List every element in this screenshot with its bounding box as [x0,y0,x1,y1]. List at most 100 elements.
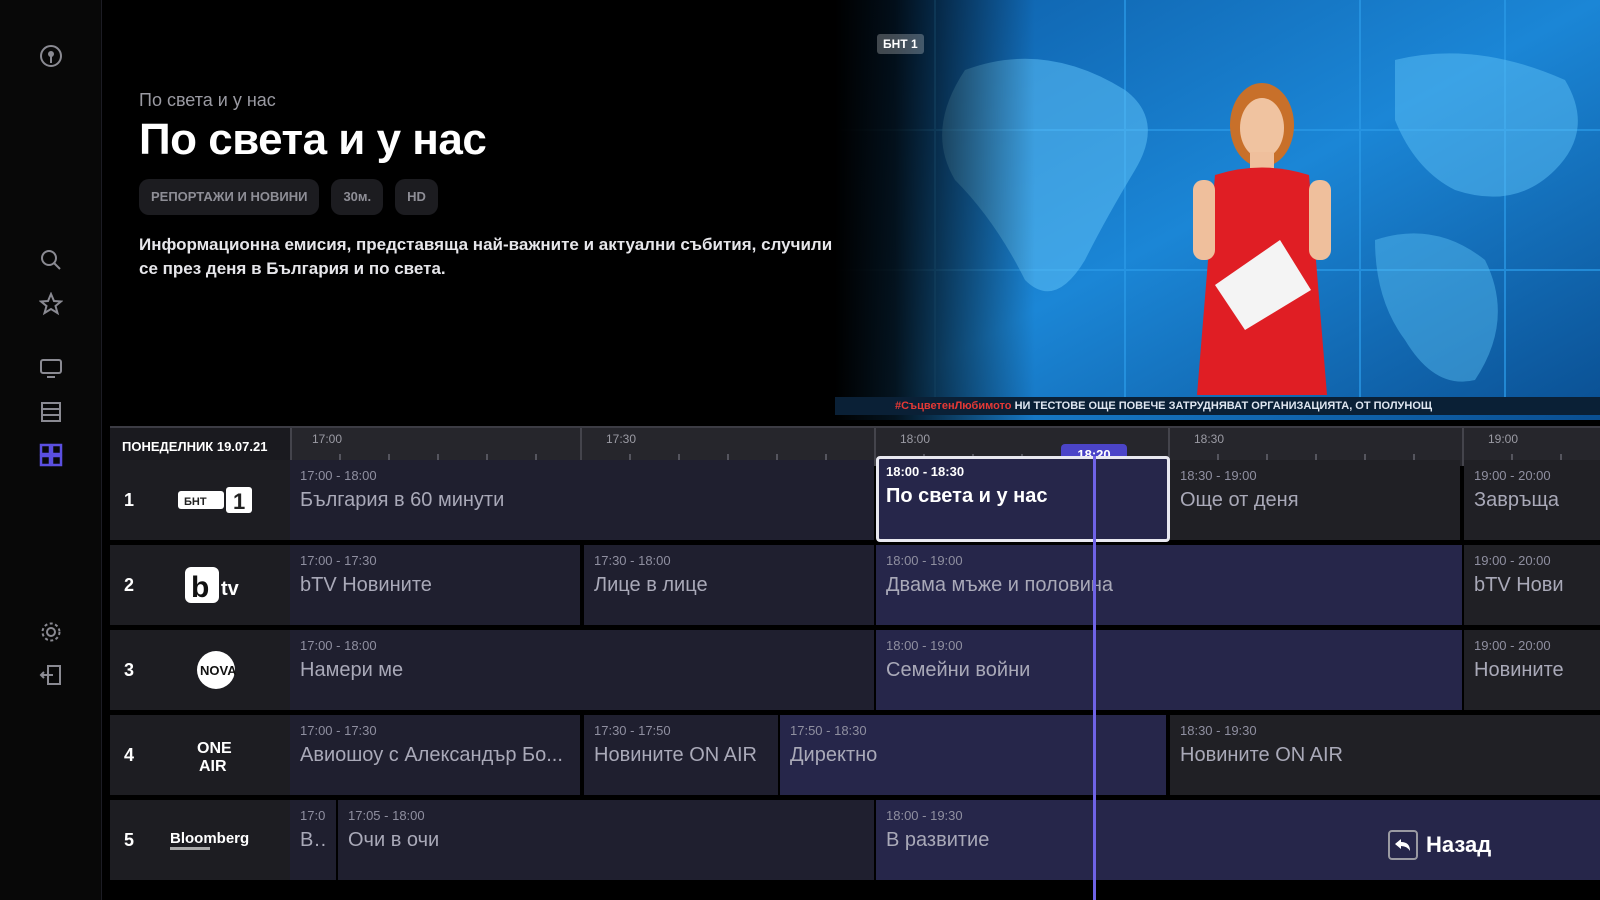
program-description: Информационна емисия, представяща най-ва… [139,235,833,278]
time-label: 18:00 [900,432,931,446]
back-label: Назад [1426,832,1492,857]
tv-guide-screen: БНТ 1 #СъцветенЛюбимото НИ ТЕСТОВЕ ОЩЕ П… [0,0,1600,900]
channel-logo: BloombergBloomberg [160,818,272,862]
program-cell[interactable]: 18:00 - 18:30 По света и у нас [876,456,1170,542]
film-icon[interactable] [37,398,65,426]
channel-number: 1 [123,489,134,510]
program-name: Директно [790,744,878,766]
channel-row: 2 btvbtv 17:00 - 17:30 bTV Новините 17:30 - … [110,545,1600,625]
program-cell[interactable]: 17:0 В... [290,800,336,880]
program-cell[interactable]: 18:30 - 19:00 Още от деня [1170,460,1460,540]
program-cell[interactable]: 17:30 - 18:00 Лице в лице [584,545,874,625]
program-name: Новините ON AIR [1180,744,1343,766]
program-time: 18:00 - 18:30 [886,464,965,479]
program-time: 19:00 - 20:00 [1474,553,1551,568]
program-name: bTV Нови [1474,574,1564,596]
favorites-star-icon[interactable] [37,290,65,318]
duration-tag: 30м. [331,179,384,215]
program-name: Двама мъже и половина [886,574,1114,596]
svg-text:AIR: AIR [199,758,227,775]
channel-cell[interactable]: 4 ONEAIRONE AIR [110,715,290,795]
channel-logo: ONEAIRONE AIR [160,733,272,777]
channel-logo: БНТ1БНТ 1 [160,478,272,522]
settings-gear-icon[interactable] [37,618,65,646]
exit-icon[interactable] [37,661,65,689]
program-time: 17:30 - 18:00 [594,553,671,568]
channel-number: 5 [123,829,134,850]
program-time: 17:00 - 18:00 [300,638,377,653]
channel-cell[interactable]: 2 btvbtv [110,545,290,625]
svg-text:Bloomberg: Bloomberg [170,830,249,847]
program-name: Новините ON AIR [594,744,757,766]
program-subtitle: По света и у нас [139,90,276,110]
video-preview[interactable]: БНТ 1 #СъцветенЛюбимото НИ ТЕСТОВЕ ОЩЕ П… [835,0,1600,420]
time-label: 17:30 [606,432,637,446]
program-name: Завръща [1474,489,1560,511]
account-icon[interactable] [37,42,65,70]
program-name: bTV Новините [300,574,432,596]
program-cell[interactable]: 17:05 - 18:00 Очи в очи [338,800,874,880]
channel-row: 4 ONEAIRONE AIR 17:00 - 17:30 Авиошоу с Але… [110,715,1600,795]
program-name: Още от деня [1180,489,1299,511]
program-name: Семейни войни [886,659,1031,681]
search-icon[interactable] [37,246,65,274]
program-tags: РЕПОРТАЖИ И НОВИНИ 30м. HD [139,179,839,215]
channel-number: 4 [123,744,134,765]
channel-row: 1БНТ1БНТ 117:00 - 18:00България в 60 мин… [110,456,1600,542]
channel-row: 5 BloombergBloomberg 17:0 В... 17:05 - 18:00… [110,800,1600,880]
program-name: По света и у нас [886,485,1048,507]
program-cell[interactable]: 17:50 - 18:30 Директно [780,715,1166,795]
program-cell[interactable]: 19:00 - 20:00 Завръща [1464,460,1600,540]
back-arrow-icon [1388,830,1418,860]
program-name: Авиошоу с Александър Бо... [300,744,563,766]
program-cell[interactable]: 19:00 - 20:00 Новините [1464,630,1600,710]
channel-logo: NOVANOVA [160,648,272,692]
program-cell[interactable]: 18:00 - 19:00 Двама мъже и половина [876,545,1462,625]
svg-text:tv: tv [221,578,240,600]
program-name: Намери ме [300,659,404,681]
grid-icon[interactable] [37,441,65,469]
svg-text:b: b [191,571,209,604]
program-time: 18:00 - 19:00 [886,638,963,653]
program-cell[interactable]: 17:00 - 18:00 Намери ме [290,630,874,710]
program-cell[interactable]: 18:00 - 19:30 В развитие [876,800,1600,880]
channel-row: 3 NOVANOVA 17:00 - 18:00 Намери ме 18:00 - 1… [110,630,1600,710]
svg-text:ONE: ONE [197,740,232,757]
channel-cell[interactable]: 3 NOVANOVA [110,630,290,710]
svg-text:БНТ: БНТ [184,496,207,508]
program-cell[interactable]: 18:30 - 19:30 Новините ON AIR [1170,715,1600,795]
program-time: 17:00 - 17:30 [300,723,377,738]
program-cell[interactable]: 18:00 - 19:00 Семейни войни [876,630,1462,710]
time-label: 19:00 [1488,432,1519,446]
program-cell[interactable]: 17:30 - 17:50 Новините ON AIR [584,715,778,795]
program-name: Новините [1474,659,1564,681]
genre-tag: РЕПОРТАЖИ И НОВИНИ [139,179,320,215]
news-ticker: #СъцветенЛюбимото НИ ТЕСТОВЕ ОЩЕ ПОВЕЧЕ … [835,397,1600,415]
program-time: 17:00 - 17:30 [300,553,377,568]
channel-watermark: БНТ 1 [877,34,924,54]
program-time: 19:00 - 20:00 [1474,638,1551,653]
channel-cell[interactable]: 5 BloombergBloomberg [110,800,290,880]
quality-tag: HD [395,179,438,215]
back-button[interactable]: Назад [1388,830,1491,860]
program-cell[interactable]: 17:00 - 17:30 bTV Новините [290,545,580,625]
svg-text:1: 1 [233,489,245,514]
channel-cell[interactable]: 1БНТ1БНТ 1 [110,460,290,540]
program-time: 18:30 - 19:30 [1180,723,1257,738]
program-time: 19:00 - 20:00 [1474,468,1551,483]
program-name: В... [300,829,326,851]
program-cell[interactable]: 17:00 - 17:30 Авиошоу с Александър Бо... [290,715,580,795]
program-info: По света и у нас По света и у нас РЕПОРТ… [139,90,839,281]
channel-number: 2 [123,574,134,595]
program-title: По света и у нас [139,115,487,164]
channel-number: 3 [123,659,134,680]
svg-text:NOVA: NOVA [200,663,237,678]
program-time: 18:00 - 19:30 [886,808,963,823]
program-name: България в 60 минути [300,489,505,511]
program-time: 17:30 - 17:50 [594,723,671,738]
program-time: 17:05 - 18:00 [348,808,425,823]
tv-icon[interactable] [37,354,65,382]
program-cell[interactable]: 17:00 - 18:00 България в 60 минути [290,460,874,540]
ticker-text: НИ ТЕСТОВЕ ОЩЕ ПОВЕЧЕ ЗАТРУДНЯВАТ ОРГАНИ… [1014,400,1433,412]
program-cell[interactable]: 19:00 - 20:00 bTV Нови [1464,545,1600,625]
